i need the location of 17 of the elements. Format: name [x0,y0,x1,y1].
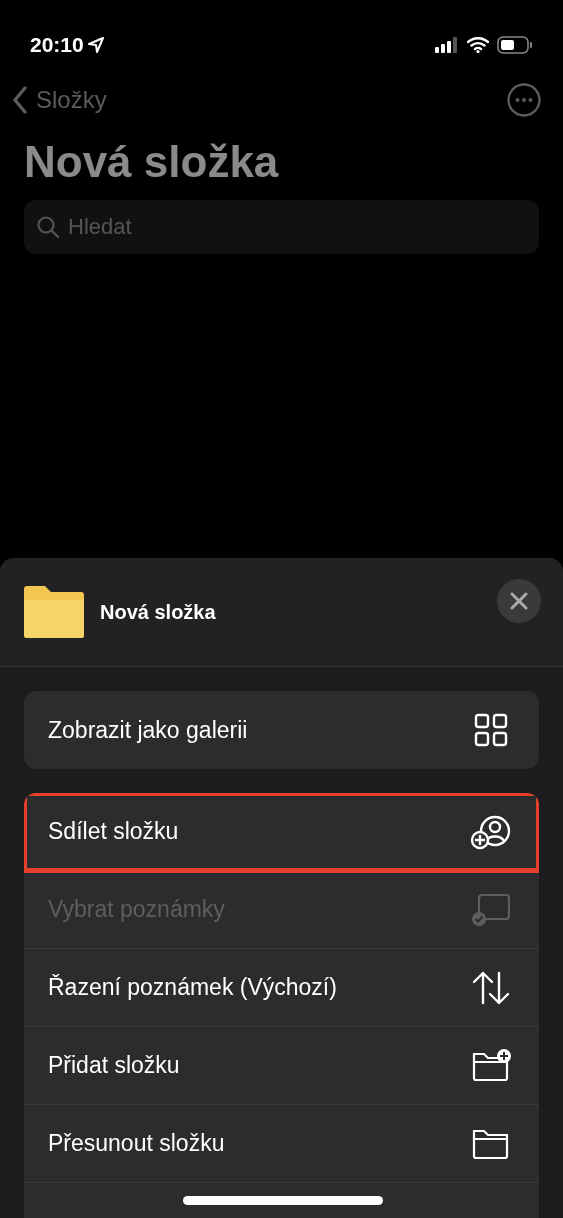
sheet-title: Nová složka [100,600,216,625]
status-time: 20:10 [30,32,84,59]
battery-icon [497,36,533,54]
add-person-icon [469,813,513,850]
chevron-left-icon [12,86,28,114]
search-icon [36,215,60,240]
search-field[interactable]: Hledat [24,200,539,255]
more-icon[interactable] [507,83,541,117]
wifi-icon [467,37,489,53]
folder-icon [24,586,84,638]
menu-item[interactable]: Sdílet složku [24,793,539,871]
close-button[interactable] [497,579,541,623]
select-icon [469,891,513,928]
page-title: Nová složka [24,138,280,187]
signal-icon [435,37,459,53]
location-icon [87,37,104,53]
close-icon [510,592,528,610]
